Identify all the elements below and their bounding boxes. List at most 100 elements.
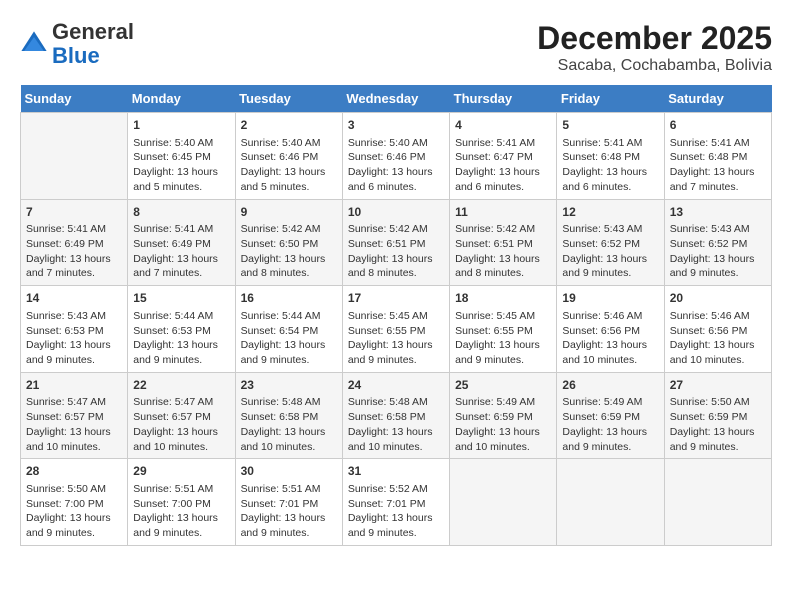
logo-text: General Blue	[52, 20, 134, 68]
day-info: Sunrise: 5:48 AM	[241, 395, 337, 410]
day-info: Daylight: 13 hours	[455, 338, 551, 353]
logo: General Blue	[20, 20, 134, 68]
day-info: and 8 minutes.	[455, 266, 551, 281]
day-info: Sunrise: 5:50 AM	[26, 482, 122, 497]
day-number: 27	[670, 377, 766, 394]
day-info: Sunrise: 5:43 AM	[670, 222, 766, 237]
calendar-cell: 2Sunrise: 5:40 AMSunset: 6:46 PMDaylight…	[235, 113, 342, 200]
day-info: Sunset: 6:50 PM	[241, 237, 337, 252]
calendar-cell: 30Sunrise: 5:51 AMSunset: 7:01 PMDayligh…	[235, 459, 342, 546]
day-info: and 7 minutes.	[670, 180, 766, 195]
day-info: Sunrise: 5:42 AM	[455, 222, 551, 237]
day-info: Sunset: 6:57 PM	[26, 410, 122, 425]
day-info: and 9 minutes.	[562, 266, 658, 281]
day-number: 15	[133, 290, 229, 307]
day-info: and 9 minutes.	[562, 440, 658, 455]
calendar-cell: 17Sunrise: 5:45 AMSunset: 6:55 PMDayligh…	[342, 286, 449, 373]
day-info: Sunrise: 5:47 AM	[26, 395, 122, 410]
day-info: and 7 minutes.	[26, 266, 122, 281]
day-info: Daylight: 13 hours	[670, 338, 766, 353]
day-number: 10	[348, 204, 444, 221]
day-info: Sunset: 6:56 PM	[562, 324, 658, 339]
day-number: 30	[241, 463, 337, 480]
calendar-cell: 7Sunrise: 5:41 AMSunset: 6:49 PMDaylight…	[21, 199, 128, 286]
day-info: Sunset: 7:00 PM	[133, 497, 229, 512]
day-info: Daylight: 13 hours	[348, 252, 444, 267]
day-info: Daylight: 13 hours	[670, 252, 766, 267]
calendar-cell: 10Sunrise: 5:42 AMSunset: 6:51 PMDayligh…	[342, 199, 449, 286]
day-info: Sunset: 6:49 PM	[26, 237, 122, 252]
calendar-cell: 21Sunrise: 5:47 AMSunset: 6:57 PMDayligh…	[21, 372, 128, 459]
day-number: 31	[348, 463, 444, 480]
calendar-cell: 8Sunrise: 5:41 AMSunset: 6:49 PMDaylight…	[128, 199, 235, 286]
day-info: and 8 minutes.	[348, 266, 444, 281]
day-info: and 5 minutes.	[241, 180, 337, 195]
header-monday: Monday	[128, 85, 235, 113]
day-info: Daylight: 13 hours	[455, 252, 551, 267]
day-info: Sunset: 6:53 PM	[133, 324, 229, 339]
day-info: Daylight: 13 hours	[241, 338, 337, 353]
day-info: Sunset: 6:59 PM	[455, 410, 551, 425]
calendar-cell	[450, 459, 557, 546]
day-info: Sunrise: 5:41 AM	[26, 222, 122, 237]
day-info: and 10 minutes.	[26, 440, 122, 455]
day-info: and 8 minutes.	[241, 266, 337, 281]
day-info: Sunrise: 5:42 AM	[348, 222, 444, 237]
day-info: Daylight: 13 hours	[562, 338, 658, 353]
calendar-cell: 6Sunrise: 5:41 AMSunset: 6:48 PMDaylight…	[664, 113, 771, 200]
day-info: and 9 minutes.	[26, 353, 122, 368]
day-info: Daylight: 13 hours	[133, 425, 229, 440]
calendar-cell: 20Sunrise: 5:46 AMSunset: 6:56 PMDayligh…	[664, 286, 771, 373]
day-info: Sunset: 6:53 PM	[26, 324, 122, 339]
day-info: Sunset: 6:48 PM	[670, 150, 766, 165]
day-info: Daylight: 13 hours	[348, 338, 444, 353]
logo-blue: Blue	[52, 43, 100, 68]
day-info: Daylight: 13 hours	[26, 338, 122, 353]
calendar-cell: 27Sunrise: 5:50 AMSunset: 6:59 PMDayligh…	[664, 372, 771, 459]
day-info: Daylight: 13 hours	[241, 425, 337, 440]
calendar-cell: 15Sunrise: 5:44 AMSunset: 6:53 PMDayligh…	[128, 286, 235, 373]
day-info: Daylight: 13 hours	[133, 511, 229, 526]
calendar-cell: 28Sunrise: 5:50 AMSunset: 7:00 PMDayligh…	[21, 459, 128, 546]
day-info: Sunrise: 5:52 AM	[348, 482, 444, 497]
day-info: Sunrise: 5:51 AM	[241, 482, 337, 497]
calendar-cell: 29Sunrise: 5:51 AMSunset: 7:00 PMDayligh…	[128, 459, 235, 546]
day-info: and 10 minutes.	[455, 440, 551, 455]
day-info: Sunrise: 5:44 AM	[133, 309, 229, 324]
day-info: Sunset: 6:48 PM	[562, 150, 658, 165]
day-info: Sunset: 6:57 PM	[133, 410, 229, 425]
day-info: Sunrise: 5:44 AM	[241, 309, 337, 324]
day-info: Sunrise: 5:45 AM	[455, 309, 551, 324]
calendar-cell: 31Sunrise: 5:52 AMSunset: 7:01 PMDayligh…	[342, 459, 449, 546]
calendar-week-2: 7Sunrise: 5:41 AMSunset: 6:49 PMDaylight…	[21, 199, 772, 286]
day-info: and 9 minutes.	[348, 526, 444, 541]
logo-general: General	[52, 19, 134, 44]
day-info: Sunrise: 5:48 AM	[348, 395, 444, 410]
day-info: Daylight: 13 hours	[670, 165, 766, 180]
day-number: 4	[455, 117, 551, 134]
day-number: 24	[348, 377, 444, 394]
day-info: Daylight: 13 hours	[241, 165, 337, 180]
day-info: Sunset: 6:58 PM	[348, 410, 444, 425]
day-number: 9	[241, 204, 337, 221]
day-info: and 9 minutes.	[670, 266, 766, 281]
day-info: and 9 minutes.	[348, 353, 444, 368]
calendar-cell: 26Sunrise: 5:49 AMSunset: 6:59 PMDayligh…	[557, 372, 664, 459]
day-info: Sunrise: 5:41 AM	[670, 136, 766, 151]
day-info: and 9 minutes.	[455, 353, 551, 368]
day-info: Daylight: 13 hours	[670, 425, 766, 440]
calendar-cell: 13Sunrise: 5:43 AMSunset: 6:52 PMDayligh…	[664, 199, 771, 286]
header-friday: Friday	[557, 85, 664, 113]
day-info: Sunrise: 5:45 AM	[348, 309, 444, 324]
header-tuesday: Tuesday	[235, 85, 342, 113]
day-info: Sunset: 6:56 PM	[670, 324, 766, 339]
day-info: Sunrise: 5:40 AM	[241, 136, 337, 151]
day-info: and 6 minutes.	[455, 180, 551, 195]
day-number: 22	[133, 377, 229, 394]
page-subtitle: Sacaba, Cochabamba, Bolivia	[537, 57, 772, 75]
calendar-cell	[664, 459, 771, 546]
day-info: and 9 minutes.	[241, 353, 337, 368]
day-number: 8	[133, 204, 229, 221]
day-number: 18	[455, 290, 551, 307]
calendar-cell: 18Sunrise: 5:45 AMSunset: 6:55 PMDayligh…	[450, 286, 557, 373]
